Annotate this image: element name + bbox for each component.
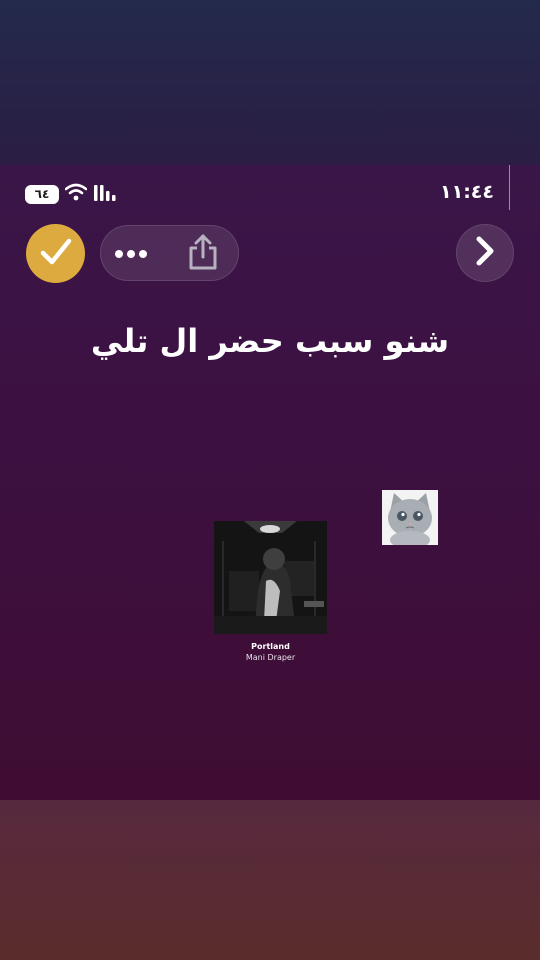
crying-cat-sticker[interactable]: [382, 490, 438, 549]
status-icons: ٦٤: [25, 183, 117, 205]
more-options-button[interactable]: [111, 238, 151, 268]
signal-bars-icon: [93, 183, 117, 205]
song-artist: Mani Draper: [245, 653, 296, 662]
story-caption: شنو سبب حضر ال تلي: [90, 322, 450, 360]
top-background: [0, 0, 540, 165]
chevron-right-icon: [475, 236, 495, 270]
edge-divider: [509, 165, 510, 210]
save-check-button[interactable]: [26, 224, 85, 283]
album-cover[interactable]: [214, 521, 327, 634]
story-actions-pill: [100, 225, 239, 281]
status-time: ١١:٤٤: [440, 181, 494, 203]
share-icon: [187, 233, 219, 275]
more-dots-icon: [114, 244, 148, 263]
wifi-icon: [64, 183, 88, 205]
bottom-background: [0, 800, 540, 960]
song-title: Portland: [251, 642, 290, 651]
next-story-button[interactable]: [456, 224, 514, 282]
checkmark-icon: [39, 237, 73, 271]
battery-indicator: ٦٤: [25, 184, 59, 204]
share-button[interactable]: [185, 234, 221, 274]
